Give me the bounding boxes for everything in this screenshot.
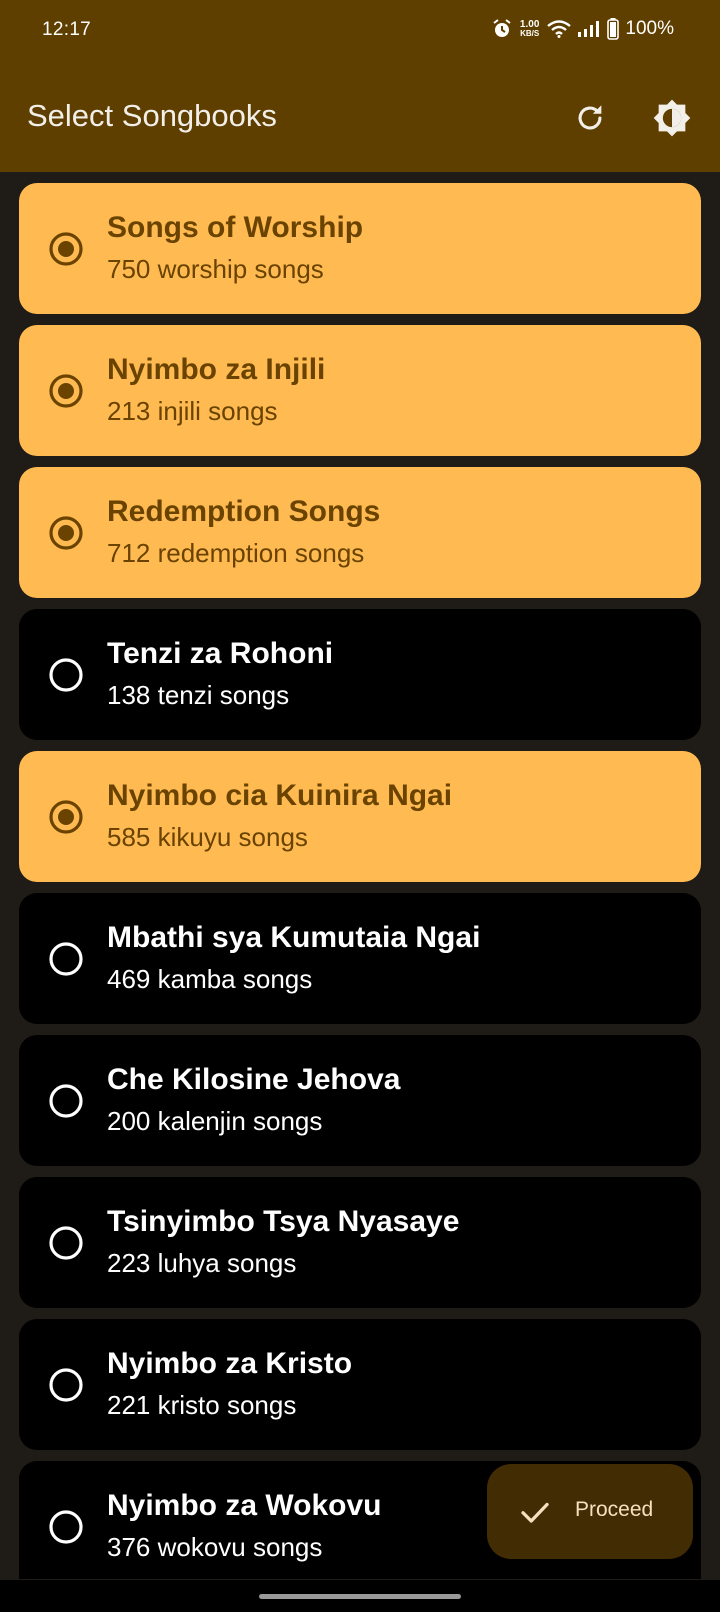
radio-icon	[49, 516, 83, 550]
status-time: 12:17	[42, 19, 92, 40]
radio-icon	[49, 1226, 83, 1260]
gesture-handle[interactable]	[259, 1594, 461, 1599]
songbook-count: 213 injili songs	[107, 396, 278, 426]
battery-icon	[607, 18, 620, 40]
proceed-label: Proceed	[575, 1498, 654, 1521]
songbook-name: Songs of Worship	[107, 211, 364, 244]
songbook-item[interactable]: Nyimbo za Injili 213 injili songs	[19, 325, 701, 456]
songbook-name: Tsinyimbo Tsya Nyasaye	[107, 1205, 460, 1238]
net-speed: 1.00 KB/S	[519, 19, 540, 39]
songbook-item[interactable]: Tenzi za Rohoni 138 tenzi songs	[19, 609, 701, 740]
app-bar: Select Songbooks	[0, 64, 720, 172]
songbook-count: 750 worship songs	[107, 254, 324, 284]
songbook-name: Nyimbo za Wokovu	[107, 1489, 382, 1522]
songbook-item[interactable]: Songs of Worship 750 worship songs	[19, 183, 701, 314]
songbook-name: Redemption Songs	[107, 495, 381, 528]
status-bar: 12:17 1.00 KB/S 100%	[0, 0, 720, 64]
songbook-name: Mbathi sya Kumutaia Ngai	[107, 921, 481, 954]
radio-icon	[49, 658, 83, 692]
songbook-list: Songs of Worship 750 worship songs Nyimb…	[19, 183, 701, 1590]
status-icons: 1.00 KB/S 100%	[492, 18, 674, 40]
page-title: Select Songbooks	[27, 98, 277, 133]
proceed-button[interactable]: Proceed	[487, 1464, 693, 1559]
navigation-bar	[0, 1580, 720, 1612]
songbook-name: Tenzi za Rohoni	[107, 637, 334, 670]
radio-icon	[49, 232, 83, 266]
songbook-item[interactable]: Mbathi sya Kumutaia Ngai 469 kamba songs	[19, 893, 701, 1024]
songbook-count: 712 redemption songs	[107, 538, 365, 568]
songbook-item[interactable]: Nyimbo cia Kuinira Ngai 585 kikuyu songs	[19, 751, 701, 882]
songbook-name: Nyimbo za Injili	[107, 353, 326, 386]
songbook-name: Che Kilosine Jehova	[107, 1063, 401, 1096]
radio-icon	[49, 1510, 83, 1544]
radio-icon	[49, 1084, 83, 1118]
radio-icon	[49, 1368, 83, 1402]
alarm-icon	[493, 19, 511, 37]
songbook-item[interactable]: Tsinyimbo Tsya Nyasaye 223 luhya songs	[19, 1177, 701, 1308]
songbook-item[interactable]: Redemption Songs 712 redemption songs	[19, 467, 701, 598]
brightness-icon	[653, 99, 691, 137]
battery-percent: 100%	[625, 18, 674, 39]
songbook-name: Nyimbo za Kristo	[107, 1347, 353, 1380]
songbook-count: 138 tenzi songs	[107, 680, 290, 710]
radio-icon	[49, 374, 83, 408]
songbook-item[interactable]: Che Kilosine Jehova 200 kalenjin songs	[19, 1035, 701, 1166]
songbook-count: 200 kalenjin songs	[107, 1106, 323, 1136]
songbook-item[interactable]: Nyimbo za Kristo 221 kristo songs	[19, 1319, 701, 1450]
songbook-count: 469 kamba songs	[107, 964, 313, 994]
songbook-count: 376 wokovu songs	[107, 1532, 323, 1562]
songbook-count: 223 luhya songs	[107, 1248, 297, 1278]
check-icon	[521, 1502, 549, 1523]
wifi-icon	[547, 20, 572, 38]
songbook-count: 585 kikuyu songs	[107, 822, 308, 852]
refresh-button[interactable]	[564, 92, 616, 144]
songbook-name: Nyimbo cia Kuinira Ngai	[107, 779, 453, 812]
songbook-count: 221 kristo songs	[107, 1390, 297, 1420]
radio-icon	[49, 942, 83, 976]
theme-toggle-button[interactable]	[646, 92, 698, 144]
radio-icon	[49, 800, 83, 834]
signal-icon	[578, 21, 600, 37]
refresh-icon	[578, 105, 602, 130]
